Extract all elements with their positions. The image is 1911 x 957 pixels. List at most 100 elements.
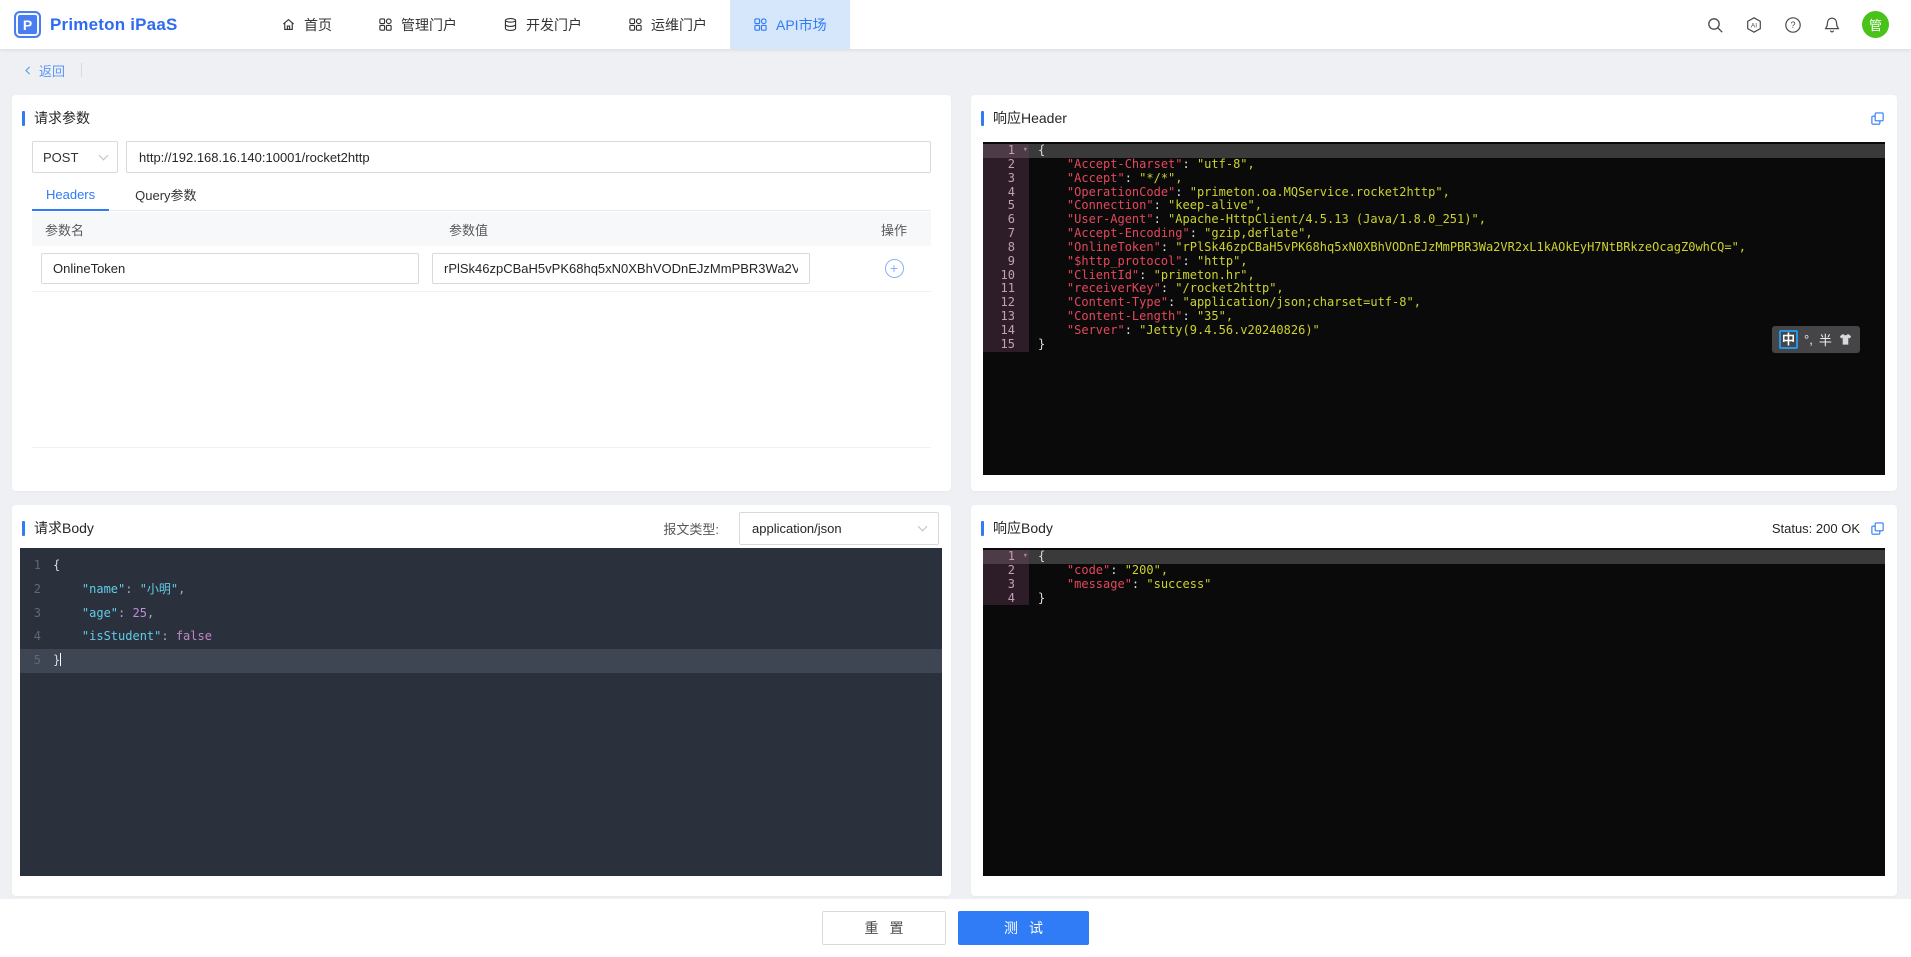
ai-assistant-icon[interactable]: AI <box>1745 16 1763 34</box>
back-link[interactable]: 返回 <box>24 61 65 80</box>
ime-status-bar[interactable]: 中 °, 半 <box>1772 326 1860 353</box>
tab-Query参数[interactable]: Query参数 <box>121 179 210 211</box>
copy-icon[interactable] <box>1870 521 1885 536</box>
code-line: 3 "age": 25, <box>20 602 942 626</box>
code-line: 2 "name": "小明", <box>20 578 942 602</box>
content-type-select[interactable]: application/json <box>739 512 939 545</box>
back-label: 返回 <box>39 61 65 80</box>
api-icon <box>753 17 768 32</box>
code-line: 13 "Content-Length": "35", <box>983 310 1885 324</box>
nav-item-管理门户[interactable]: 管理门户 <box>355 0 480 49</box>
panel-title: 响应Body <box>993 518 1053 538</box>
help-icon[interactable]: ? <box>1784 16 1802 34</box>
content-type-value: application/json <box>752 521 842 536</box>
panel-header: 请求Body 报文类型: application/json <box>22 511 939 545</box>
code-line: 5 "Connection": "keep-alive", <box>983 199 1885 213</box>
title-accent-bar <box>22 521 25 536</box>
param-name-input[interactable] <box>41 253 419 284</box>
nav-items: 首页管理门户开发门户运维门户API市场 <box>258 0 850 49</box>
test-button[interactable]: 测试 <box>958 911 1089 945</box>
nav-item-API市场[interactable]: API市场 <box>730 0 850 49</box>
url-input[interactable] <box>126 141 931 173</box>
svg-text:AI: AI <box>1751 22 1757 29</box>
response-header-panel: 响应Header 1▾{2 "Accept-Charset": "utf-8",… <box>971 95 1897 491</box>
status-badge: Status: 200 OK <box>1772 521 1860 536</box>
code-line: 1▾{ <box>983 144 1885 158</box>
param-table: 参数名 参数值 操作 + <box>32 212 931 292</box>
portal-icon <box>378 17 393 32</box>
search-icon[interactable] <box>1706 16 1724 34</box>
action-footer: 重置 测试 <box>0 899 1911 957</box>
code-line: 6 "User-Agent": "Apache-HttpClient/4.5.1… <box>983 213 1885 227</box>
param-value-input[interactable] <box>432 253 810 284</box>
row-actions: + <box>857 259 931 278</box>
code-line: 9 "$http_protocol": "http", <box>983 255 1885 269</box>
code-line: 12 "Content-Type": "application/json;cha… <box>983 296 1885 310</box>
request-params-panel: 请求参数 POST Headers Query参数 参数名 参数值 操作 + <box>12 95 951 491</box>
chevron-left-icon <box>24 65 32 76</box>
divider <box>32 447 931 448</box>
code-line: 4 "isStudent": false <box>20 625 942 649</box>
code-line: 2 "code": "200", <box>983 564 1885 578</box>
code-line: 10 "ClientId": "primeton.hr", <box>983 269 1885 283</box>
code-line: 5} <box>20 649 942 673</box>
column-value-header: 参数值 <box>436 220 857 239</box>
panel-title: 响应Header <box>993 108 1067 128</box>
response-body-code[interactable]: 1▾{2 "code": "200",3 "message": "success… <box>983 548 1885 876</box>
panel-title: 请求参数 <box>34 108 90 128</box>
request-body-editor[interactable]: 1{2 "name": "小明",3 "age": 25,4 "isStuden… <box>20 548 942 876</box>
top-nav: P Primeton iPaaS 首页管理门户开发门户运维门户API市场 AI … <box>0 0 1911 49</box>
avatar[interactable]: 管 <box>1862 11 1889 38</box>
nav-item-首页[interactable]: 首页 <box>258 0 355 49</box>
panel-header: 响应Header <box>981 101 1885 135</box>
ops-icon <box>628 17 643 32</box>
column-action-header: 操作 <box>857 220 931 239</box>
code-line: 14 "Server": "Jetty(9.4.56.v20240826)" <box>983 324 1885 338</box>
ime-punctuation-indicator[interactable]: °, <box>1804 332 1813 347</box>
panel-header: 响应Body Status: 200 OK <box>981 511 1885 545</box>
code-line: 15} <box>983 338 1885 352</box>
code-line: 4} <box>983 592 1885 606</box>
response-body-panel: 响应Body Status: 200 OK 1▾{2 "code": "200"… <box>971 505 1897 896</box>
request-body-panel: 请求Body 报文类型: application/json 1{2 "name"… <box>12 505 951 896</box>
param-value-cell <box>419 253 857 284</box>
title-accent-bar <box>22 111 25 126</box>
add-param-button[interactable]: + <box>885 259 904 278</box>
code-line: 2 "Accept-Charset": "utf-8", <box>983 158 1885 172</box>
panel-header: 请求参数 <box>22 101 939 135</box>
ime-halfwidth-indicator[interactable]: 半 <box>1819 330 1832 349</box>
ime-language-indicator[interactable]: 中 <box>1779 330 1798 349</box>
notification-bell-icon[interactable] <box>1823 16 1841 34</box>
code-line: 8 "OnlineToken": "rPlSk46zpCBaH5vPK68hq5… <box>983 241 1885 255</box>
nav-item-开发门户[interactable]: 开发门户 <box>480 0 605 49</box>
title-accent-bar <box>981 521 984 536</box>
title-accent-bar <box>981 111 984 126</box>
method-select[interactable]: POST <box>32 141 118 173</box>
code-line: 1▾{ <box>983 550 1885 564</box>
tab-Headers[interactable]: Headers <box>32 179 109 211</box>
reset-button[interactable]: 重置 <box>822 911 946 945</box>
content-type-label: 报文类型: <box>663 519 719 538</box>
code-line: 7 "Accept-Encoding": "gzip,deflate", <box>983 227 1885 241</box>
response-header-code[interactable]: 1▾{2 "Accept-Charset": "utf-8",3 "Accept… <box>983 142 1885 475</box>
table-header: 参数名 参数值 操作 <box>32 212 931 246</box>
brand-logo-icon: P <box>14 11 41 38</box>
copy-icon[interactable] <box>1870 111 1885 126</box>
home-icon <box>281 17 296 32</box>
column-name-header: 参数名 <box>32 220 436 239</box>
code-line: 4 "OperationCode": "primeton.oa.MQServic… <box>983 186 1885 200</box>
chevron-down-icon <box>99 150 109 160</box>
ime-skin-icon[interactable] <box>1838 332 1853 347</box>
code-line: 1{ <box>20 554 942 578</box>
code-line: 11 "receiverKey": "/rocket2http", <box>983 282 1885 296</box>
code-line: 3 "Accept": "*/*", <box>983 172 1885 186</box>
divider <box>81 63 82 77</box>
chevron-down-icon <box>918 521 928 531</box>
breadcrumb-bar: 返回 <box>0 49 1911 91</box>
dev-icon <box>503 17 518 32</box>
panel-title: 请求Body <box>34 518 94 538</box>
topnav-tools: AI ? 管 <box>1706 11 1911 38</box>
brand: P Primeton iPaaS <box>0 11 258 38</box>
nav-item-运维门户[interactable]: 运维门户 <box>605 0 730 49</box>
param-tabs: Headers Query参数 <box>32 179 931 211</box>
